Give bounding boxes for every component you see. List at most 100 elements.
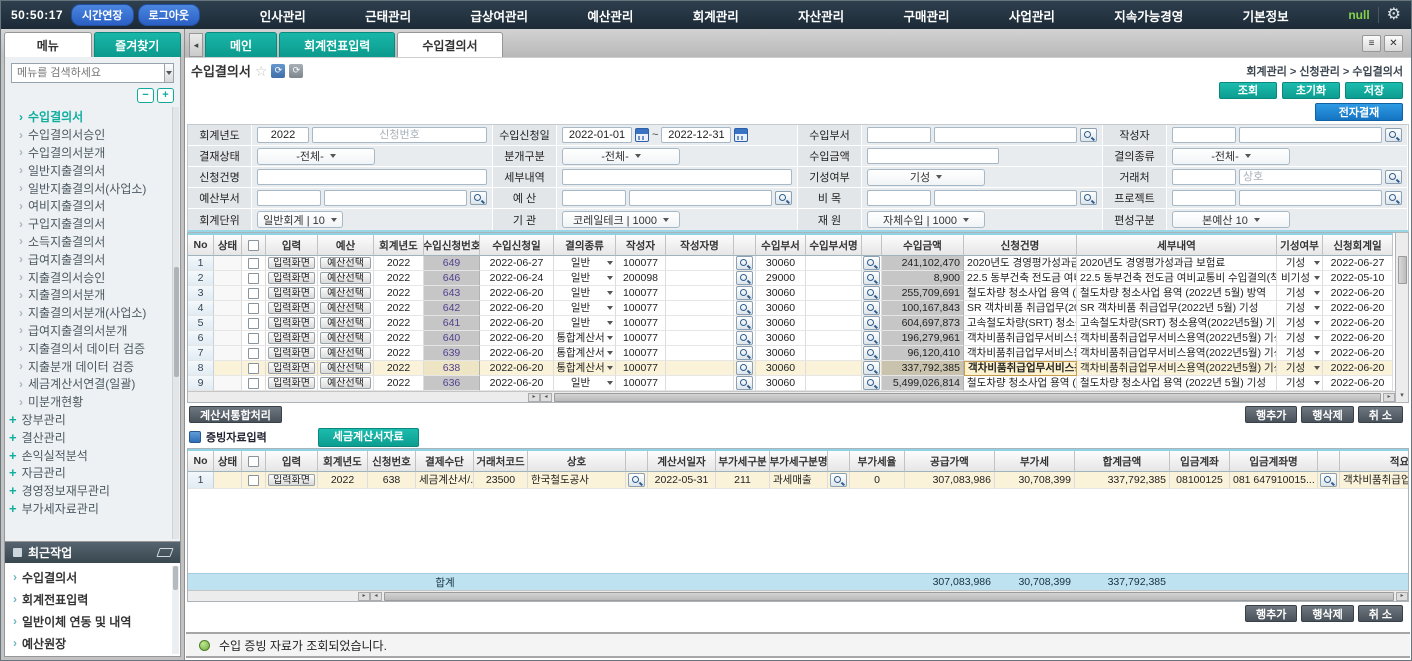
pin-icon[interactable]: ⟳	[289, 64, 303, 78]
lookup-button[interactable]	[830, 473, 847, 487]
lookup-button[interactable]	[775, 191, 792, 205]
calendar-icon[interactable]	[635, 128, 649, 142]
sidebar-item[interactable]: ›세금계산서연결(일괄)	[19, 375, 170, 393]
lookup-button[interactable]	[863, 286, 880, 300]
row-checkbox[interactable]	[248, 378, 259, 389]
scrollbar-thumb[interactable]	[173, 566, 178, 590]
budget-select-button[interactable]: 예산선택	[320, 272, 371, 284]
row-checkbox[interactable]	[248, 288, 259, 299]
row-checkbox[interactable]	[248, 318, 259, 329]
cell-done[interactable]: 기성	[1277, 316, 1323, 331]
input-screen-button[interactable]: 입력화면	[268, 257, 315, 269]
request-no-input[interactable]	[312, 127, 487, 143]
sidebar-tab-favorites[interactable]: 즐겨찾기	[94, 32, 182, 57]
lookup-button[interactable]	[736, 376, 753, 390]
fiscal-year-input[interactable]	[257, 127, 309, 143]
budget-select-button[interactable]: 예산선택	[320, 257, 371, 269]
lookup-button[interactable]	[736, 316, 753, 330]
table-row[interactable]: 2입력화면예산선택20226462022-06-24일반200098290008…	[188, 271, 1393, 286]
sidebar-item[interactable]: ›미분개현황	[19, 393, 170, 411]
table-row[interactable]: 3입력화면예산선택20226432022-06-20일반100077300602…	[188, 286, 1393, 301]
input-screen-button[interactable]: 입력화면	[268, 332, 315, 344]
tax-invoice-button[interactable]: 세금계산서자료	[318, 428, 419, 447]
budget-select-button[interactable]: 예산선택	[320, 377, 371, 389]
name-input[interactable]	[1239, 169, 1382, 185]
lookup-button[interactable]	[736, 271, 753, 285]
logout-button[interactable]: 로그아웃	[138, 4, 200, 26]
date-from-input[interactable]	[562, 127, 632, 143]
recent-item[interactable]: ›일반이체 연동 및 내역	[5, 610, 180, 632]
lookup-button[interactable]	[863, 346, 880, 360]
recent-item[interactable]: ›수입결의서	[5, 566, 180, 588]
amount-input[interactable]	[867, 148, 999, 164]
lookup-button[interactable]	[1320, 473, 1337, 487]
cell-type[interactable]: 일반	[554, 301, 616, 316]
text-input[interactable]	[257, 169, 487, 185]
row-checkbox[interactable]	[248, 333, 259, 344]
cell-done[interactable]: 기성	[1277, 301, 1323, 316]
scroll-right-icon[interactable]: ▸	[358, 592, 370, 601]
topbar-menu-item[interactable]: 구매관리	[903, 6, 949, 25]
cell-done[interactable]: 기성	[1277, 346, 1323, 361]
row-checkbox[interactable]	[248, 258, 259, 269]
grid1-add-row-button[interactable]: 행추가	[1245, 406, 1297, 423]
cell-done[interactable]: 기성	[1277, 331, 1323, 346]
cell-type[interactable]: 일반	[554, 376, 616, 391]
topbar-menu-item[interactable]: 지속가능경영	[1114, 6, 1183, 25]
cell-type[interactable]: 일반	[554, 316, 616, 331]
sidebar-item[interactable]: ›여비지출결의서	[19, 197, 170, 215]
grid2-add-row-button[interactable]: 행추가	[1245, 605, 1297, 622]
code-input[interactable]	[1172, 127, 1236, 143]
select-box[interactable]: -전체-	[257, 148, 375, 165]
topbar-menu-item[interactable]: 근태관리	[365, 6, 411, 25]
cell-done[interactable]: 기성	[1277, 286, 1323, 301]
input-screen-button[interactable]: 입력화면	[268, 287, 315, 299]
select-box[interactable]: 기성	[867, 169, 985, 186]
sidebar-item[interactable]: ›일반지출결의서(사업소)	[19, 179, 170, 197]
sidebar-tab-menu[interactable]: 메뉴	[4, 32, 92, 57]
budget-select-button[interactable]: 예산선택	[320, 302, 371, 314]
scroll-left-icon[interactable]: ◂	[540, 393, 552, 402]
grid2-delete-row-button[interactable]: 행삭제	[1301, 605, 1353, 622]
lookup-button[interactable]	[736, 331, 753, 345]
code-input[interactable]	[562, 190, 626, 206]
code-input[interactable]	[257, 190, 321, 206]
select-box[interactable]: -전체-	[562, 148, 680, 165]
tab-scroll-left-button[interactable]: ◂	[189, 33, 203, 57]
lookup-button[interactable]	[863, 316, 880, 330]
scrollbar-thumb[interactable]	[1398, 256, 1407, 284]
sidebar-item[interactable]: ›수입결의서승인	[19, 126, 170, 144]
topbar-menu-item[interactable]: 기본정보	[1243, 6, 1289, 25]
recent-item[interactable]: ›회계전표입력	[5, 588, 180, 610]
scrollbar-thumb[interactable]	[384, 592, 1394, 601]
sidebar-item[interactable]: ›일반지출결의서	[19, 161, 170, 179]
vertical-scrollbar[interactable]: ▾	[1396, 232, 1409, 403]
lookup-button[interactable]	[1385, 191, 1402, 205]
table-row[interactable]: 9입력화면예산선택20226362022-06-20일반100077300605…	[188, 376, 1393, 391]
favorite-star-icon[interactable]: ☆	[255, 64, 268, 78]
scrollbar-thumb[interactable]	[174, 267, 179, 377]
cell-type[interactable]: 일반	[554, 271, 616, 286]
sidebar-item[interactable]: ›지출분개 데이터 검증	[19, 357, 170, 375]
sidebar-item[interactable]: ›지출결의서분개(사업소)	[19, 304, 170, 322]
cell-type[interactable]: 일반	[554, 286, 616, 301]
lookup-button[interactable]	[628, 473, 645, 487]
name-input[interactable]	[629, 190, 772, 206]
select-box[interactable]: 자체수입 | 1000	[867, 211, 985, 228]
input-screen-button[interactable]: 입력화면	[268, 377, 315, 389]
invoice-merge-button[interactable]: 계산서통합처리	[189, 406, 282, 423]
cell-done[interactable]: 비기성	[1277, 271, 1323, 286]
lookup-button[interactable]	[1080, 191, 1097, 205]
budget-select-button[interactable]: 예산선택	[320, 332, 371, 344]
sidebar-item[interactable]: ›지출결의서승인	[19, 268, 170, 286]
grid1-cancel-button[interactable]: 취 소	[1358, 406, 1403, 423]
budget-select-button[interactable]: 예산선택	[320, 347, 371, 359]
horizontal-scrollbar[interactable]: ▸◂▸	[188, 391, 1395, 402]
input-screen-button[interactable]: 입력화면	[268, 474, 315, 486]
code-input[interactable]	[1172, 190, 1236, 206]
code-input[interactable]	[1172, 169, 1236, 185]
lookup-button[interactable]	[1080, 128, 1097, 142]
lookup-button[interactable]	[863, 361, 880, 375]
sidebar-item[interactable]: ›지출결의서분개	[19, 286, 170, 304]
tab-close-button[interactable]: ✕	[1384, 35, 1403, 52]
